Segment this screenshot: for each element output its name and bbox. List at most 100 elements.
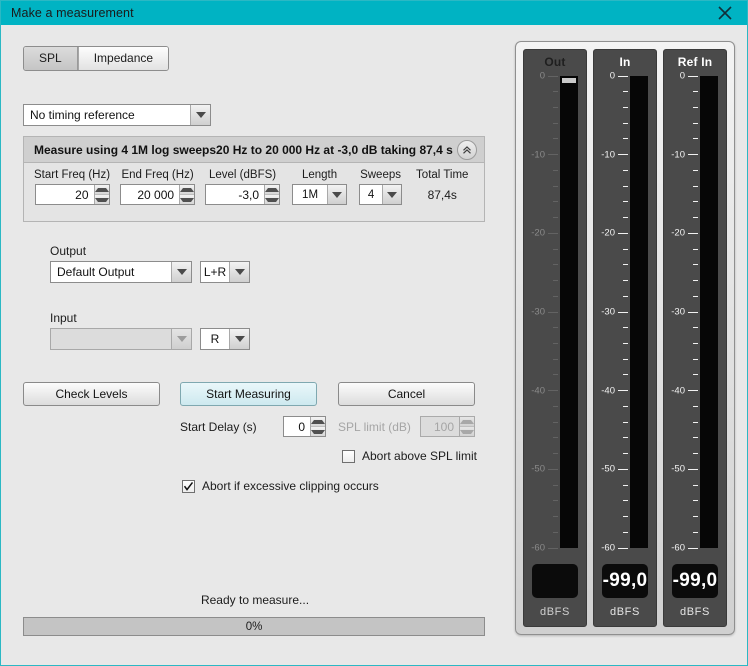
spinner-down-icon[interactable] — [180, 194, 195, 204]
sweeps-select[interactable]: 4 — [359, 184, 403, 205]
input-channel-value: R — [210, 332, 220, 346]
spinner-down-icon[interactable] — [265, 194, 280, 204]
meter-tick — [623, 516, 628, 518]
param-label: End Freq (Hz) — [121, 169, 194, 181]
spinner-down-icon[interactable] — [94, 194, 109, 204]
meter-tick — [548, 390, 558, 392]
meter-tick — [548, 311, 558, 313]
meter-tick — [693, 405, 698, 407]
meter-tick-label: -20 — [531, 227, 545, 239]
start-delay-value: 0 — [298, 419, 305, 434]
spinner-buttons[interactable] — [310, 417, 325, 436]
meter-tick — [618, 75, 628, 77]
spinner-up-icon[interactable] — [94, 185, 109, 194]
checkbox-box[interactable] — [342, 449, 355, 463]
param-total-time: Total Time 87,4s — [416, 169, 468, 205]
meter-tick — [693, 169, 698, 171]
meter-tick-label: -40 — [531, 384, 545, 396]
double-chevron-up-icon — [463, 146, 471, 154]
start-delay-spinner[interactable]: 0 — [283, 416, 326, 437]
chevron-down-icon — [382, 185, 402, 204]
length-select[interactable]: 1M — [292, 184, 348, 205]
meter-tick — [553, 201, 558, 203]
meter-tick — [553, 327, 558, 329]
meter-tick — [623, 106, 628, 108]
param-start-freq: Start Freq (Hz) 20 — [34, 169, 110, 205]
meter-tick — [693, 91, 698, 93]
meter-tick — [623, 358, 628, 360]
spinner-up-icon[interactable] — [180, 185, 195, 194]
meter-tick — [693, 516, 698, 518]
abort-if-clipping-checkbox[interactable]: Abort if excessive clipping occurs — [182, 479, 379, 493]
meter-tick — [553, 280, 558, 282]
length-value: 1M — [302, 188, 319, 201]
meter-tick — [548, 547, 558, 549]
input-label: Input — [50, 311, 77, 325]
meter-tick — [623, 201, 628, 203]
meter-tick — [693, 217, 698, 219]
meter-bar — [700, 76, 718, 548]
spinner-buttons[interactable] — [179, 185, 195, 204]
spinner-up-icon[interactable] — [311, 417, 325, 426]
meter-tick — [553, 91, 558, 93]
output-label: Output — [50, 244, 87, 258]
meter-tick — [623, 484, 628, 486]
input-channel-select[interactable]: R — [200, 328, 250, 350]
spinner-down-icon[interactable] — [311, 426, 325, 436]
output-channel-select[interactable]: L+R — [200, 261, 250, 283]
tab-impedance[interactable]: Impedance — [77, 47, 169, 70]
meter-out: Out 0 -10 -20 -30 -40 -50 -60 dBFS — [523, 49, 587, 627]
meter-tick — [693, 248, 698, 250]
output-device-select[interactable]: Default Output — [50, 261, 192, 283]
checkbox-box[interactable] — [182, 479, 195, 493]
meter-tick — [553, 169, 558, 171]
chevron-down-icon — [327, 185, 347, 204]
meter-title: Ref In — [677, 55, 713, 69]
level-value: -3,0 — [238, 187, 260, 202]
meter-tick — [693, 421, 698, 423]
meter-tick — [623, 248, 628, 250]
close-button[interactable] — [703, 1, 747, 25]
tab-spl[interactable]: SPL — [24, 47, 78, 70]
chevron-down-icon — [171, 329, 191, 349]
meter-tick — [618, 311, 628, 313]
meter-tick — [623, 295, 628, 297]
meter-tick-label: -60 — [531, 542, 545, 554]
meter-tick — [553, 358, 558, 360]
meter-tick — [693, 327, 698, 329]
spinner-up-icon[interactable] — [265, 185, 280, 194]
meter-tick — [693, 484, 698, 486]
meter-tick — [623, 91, 628, 93]
meter-readout: -99,0 — [602, 564, 648, 598]
meter-tick — [553, 248, 558, 250]
cancel-button[interactable]: Cancel — [338, 382, 475, 406]
timing-reference-select[interactable]: No timing reference — [23, 104, 211, 126]
collapse-button[interactable] — [457, 140, 477, 160]
output-device-value: Default Output — [57, 265, 135, 279]
end-freq-spinner[interactable]: 20 000 — [120, 184, 196, 205]
meter-tick-label: 0 — [539, 70, 545, 82]
meter-tick-label: -20 — [601, 227, 615, 239]
abort-above-spl-limit-checkbox[interactable]: Abort above SPL limit — [342, 449, 477, 463]
meter-tick — [553, 421, 558, 423]
meter-tick — [693, 122, 698, 124]
meter-tick — [553, 342, 558, 344]
chevron-down-icon — [229, 329, 249, 349]
start-freq-value: 20 — [75, 187, 89, 202]
param-label: Level (dBFS) — [208, 169, 277, 181]
meter-tick-label: -40 — [601, 384, 615, 396]
meter-tick — [553, 516, 558, 518]
start-measuring-button[interactable]: Start Measuring — [180, 382, 317, 406]
measurement-mode-tabs: SPL Impedance — [23, 46, 170, 71]
meter-tick — [553, 106, 558, 108]
meter-tick — [553, 453, 558, 455]
start-freq-spinner[interactable]: 20 — [34, 184, 110, 205]
meter-tick — [623, 185, 628, 187]
spinner-down-icon — [460, 426, 474, 436]
measure-summary-banner: Measure using 4 1M log sweeps20 Hz to 20… — [24, 137, 484, 163]
meter-tick — [693, 358, 698, 360]
check-levels-button[interactable]: Check Levels — [23, 382, 160, 406]
spinner-buttons[interactable] — [264, 185, 280, 204]
level-spinner[interactable]: -3,0 — [205, 184, 281, 205]
spinner-buttons[interactable] — [93, 185, 109, 204]
